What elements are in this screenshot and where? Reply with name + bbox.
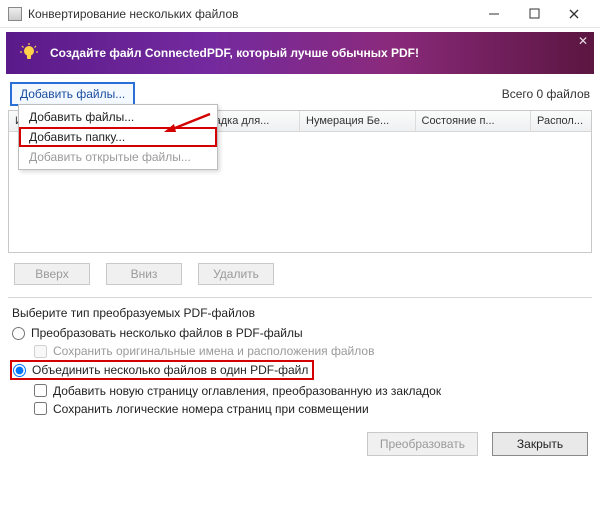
options-title: Выберите тип преобразуемых PDF-файлов [12, 306, 588, 320]
add-files-button[interactable]: Добавить файлы... [10, 82, 135, 106]
divider [8, 297, 592, 298]
promo-banner: Создайте файл ConnectedPDF, который лучш… [6, 32, 594, 74]
close-dialog-button[interactable]: Закрыть [492, 432, 588, 456]
col-status[interactable]: Состояние п... [416, 111, 532, 131]
check-keep-logical[interactable]: Сохранить логические номера страниц при … [34, 400, 588, 418]
close-button[interactable] [554, 0, 594, 28]
radio-merge-label: Объединить несколько файлов в один PDF-ф… [32, 363, 308, 377]
minimize-button[interactable] [474, 0, 514, 28]
convert-button: Преобразовать [367, 432, 478, 456]
files-count-label: Всего 0 файлов [502, 87, 590, 101]
app-icon [8, 7, 22, 21]
titlebar: Конвертирование нескольких файлов [0, 0, 600, 28]
radio-convert-multiple[interactable]: Преобразовать несколько файлов в PDF-фай… [12, 324, 588, 342]
col-location[interactable]: Распол... [531, 111, 591, 131]
check-keep-names: Сохранить оригинальные имена и расположе… [34, 342, 588, 360]
banner-close-icon[interactable]: ✕ [578, 34, 588, 48]
dialog-buttons: Преобразовать Закрыть [0, 422, 600, 470]
table-buttons: Вверх Вниз Удалить [0, 253, 600, 291]
add-files-dropdown: Добавить файлы... Добавить папку... Доба… [18, 104, 218, 170]
conversion-options: Выберите тип преобразуемых PDF-файлов Пр… [0, 304, 600, 422]
move-down-button: Вниз [106, 263, 182, 285]
maximize-button[interactable] [514, 0, 554, 28]
radio-convert-label: Преобразовать несколько файлов в PDF-фай… [31, 326, 303, 340]
radio-merge-single[interactable]: Объединить несколько файлов в один PDF-ф… [13, 363, 308, 377]
banner-text: Создайте файл ConnectedPDF, который лучш… [50, 46, 419, 60]
check-keep-names-label: Сохранить оригинальные имена и расположе… [53, 344, 374, 358]
menu-add-folder[interactable]: Добавить папку... [19, 127, 217, 147]
top-row: Добавить файлы... Добавить файлы... Доба… [0, 80, 600, 110]
check-add-toc[interactable]: Добавить новую страницу оглавления, прео… [34, 382, 588, 400]
menu-add-open-files: Добавить открытые файлы... [19, 147, 217, 167]
lightbulb-icon [18, 42, 40, 64]
window-controls [474, 0, 594, 28]
delete-button: Удалить [198, 263, 274, 285]
menu-add-files[interactable]: Добавить файлы... [19, 107, 217, 127]
check-keep-logical-label: Сохранить логические номера страниц при … [53, 402, 369, 416]
move-up-button: Вверх [14, 263, 90, 285]
check-add-toc-label: Добавить новую страницу оглавления, прео… [53, 384, 441, 398]
radio-merge-highlight: Объединить несколько файлов в один PDF-ф… [12, 362, 312, 378]
add-files-wrapper: Добавить файлы... Добавить файлы... Доба… [10, 82, 135, 106]
window-title: Конвертирование нескольких файлов [28, 7, 474, 21]
col-numbering[interactable]: Нумерация Бе... [300, 111, 416, 131]
